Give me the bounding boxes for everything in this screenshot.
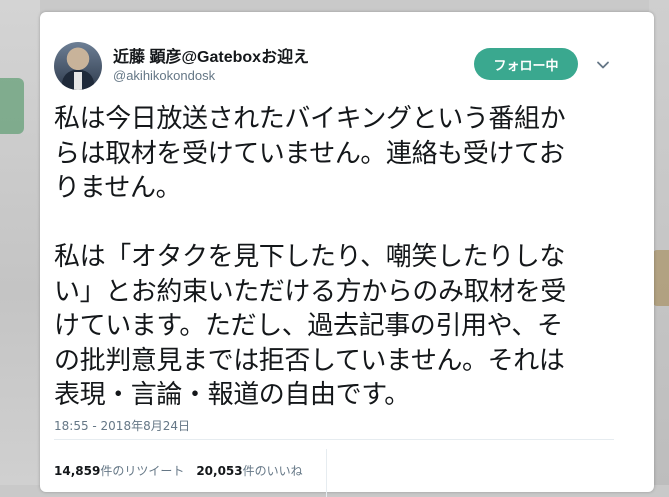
tweet-line: い」とお約束いただける方からのみ取材を受 (54, 276, 567, 307)
like-count[interactable]: 20,053 (196, 464, 242, 478)
following-button[interactable]: フォロー中 (474, 48, 578, 80)
tweet-timestamp[interactable]: 18:55 - 2018年8月24日 (54, 417, 190, 434)
tweet-line: の批判意見までは拒否していません。それは (54, 345, 565, 376)
tweet-line: 私は「オタクを見下したり、嘲笑したりしな (54, 242, 565, 272)
retweet-label[interactable]: 件のリツイート (100, 464, 184, 478)
tweet-line: 表現・言論・報道の自由です。 (54, 380, 410, 410)
tweet-paragraph-1: 私は今日放送されたバイキングという番組か らは取材を受けていません。連絡も受けて… (54, 102, 644, 206)
tweet-line: りません。 (54, 173, 182, 203)
tweet-line: らは取材を受けていません。連絡も受けてお (54, 138, 565, 169)
avatar-shirt (74, 72, 82, 90)
chevron-down-icon[interactable] (596, 57, 610, 71)
like-label[interactable]: 件のいいね (243, 464, 303, 478)
stats-divider (326, 449, 327, 497)
divider (54, 439, 614, 440)
background-badge (653, 250, 669, 306)
background-left (0, 0, 40, 485)
retweet-count[interactable]: 14,859 (54, 464, 100, 478)
tweet-line: 私は今日放送されたバイキングという番組か (54, 104, 566, 134)
tweet-paragraph-2: 私は「オタクを見下したり、嘲笑したりしな い」とお約束いただける方からのみ取材を… (54, 240, 644, 413)
tweet-line: けています。ただし、過去記事の引用や、そ (54, 311, 563, 341)
tweet-text: 私は今日放送されたバイキングという番組か らは取材を受けていません。連絡も受けて… (54, 102, 644, 413)
tweet-stats: 14,859件のリツイート 20,053件のいいね (54, 462, 303, 479)
screen-name[interactable]: @akihikokondosk (113, 68, 215, 83)
avatar[interactable] (54, 42, 102, 90)
display-name[interactable]: 近藤 顕彦@Gateboxお迎え (113, 43, 309, 67)
tweet-card: 近藤 顕彦@Gateboxお迎え @akihikokondosk フォロー中 私… (40, 12, 654, 497)
background-badge (0, 78, 24, 134)
